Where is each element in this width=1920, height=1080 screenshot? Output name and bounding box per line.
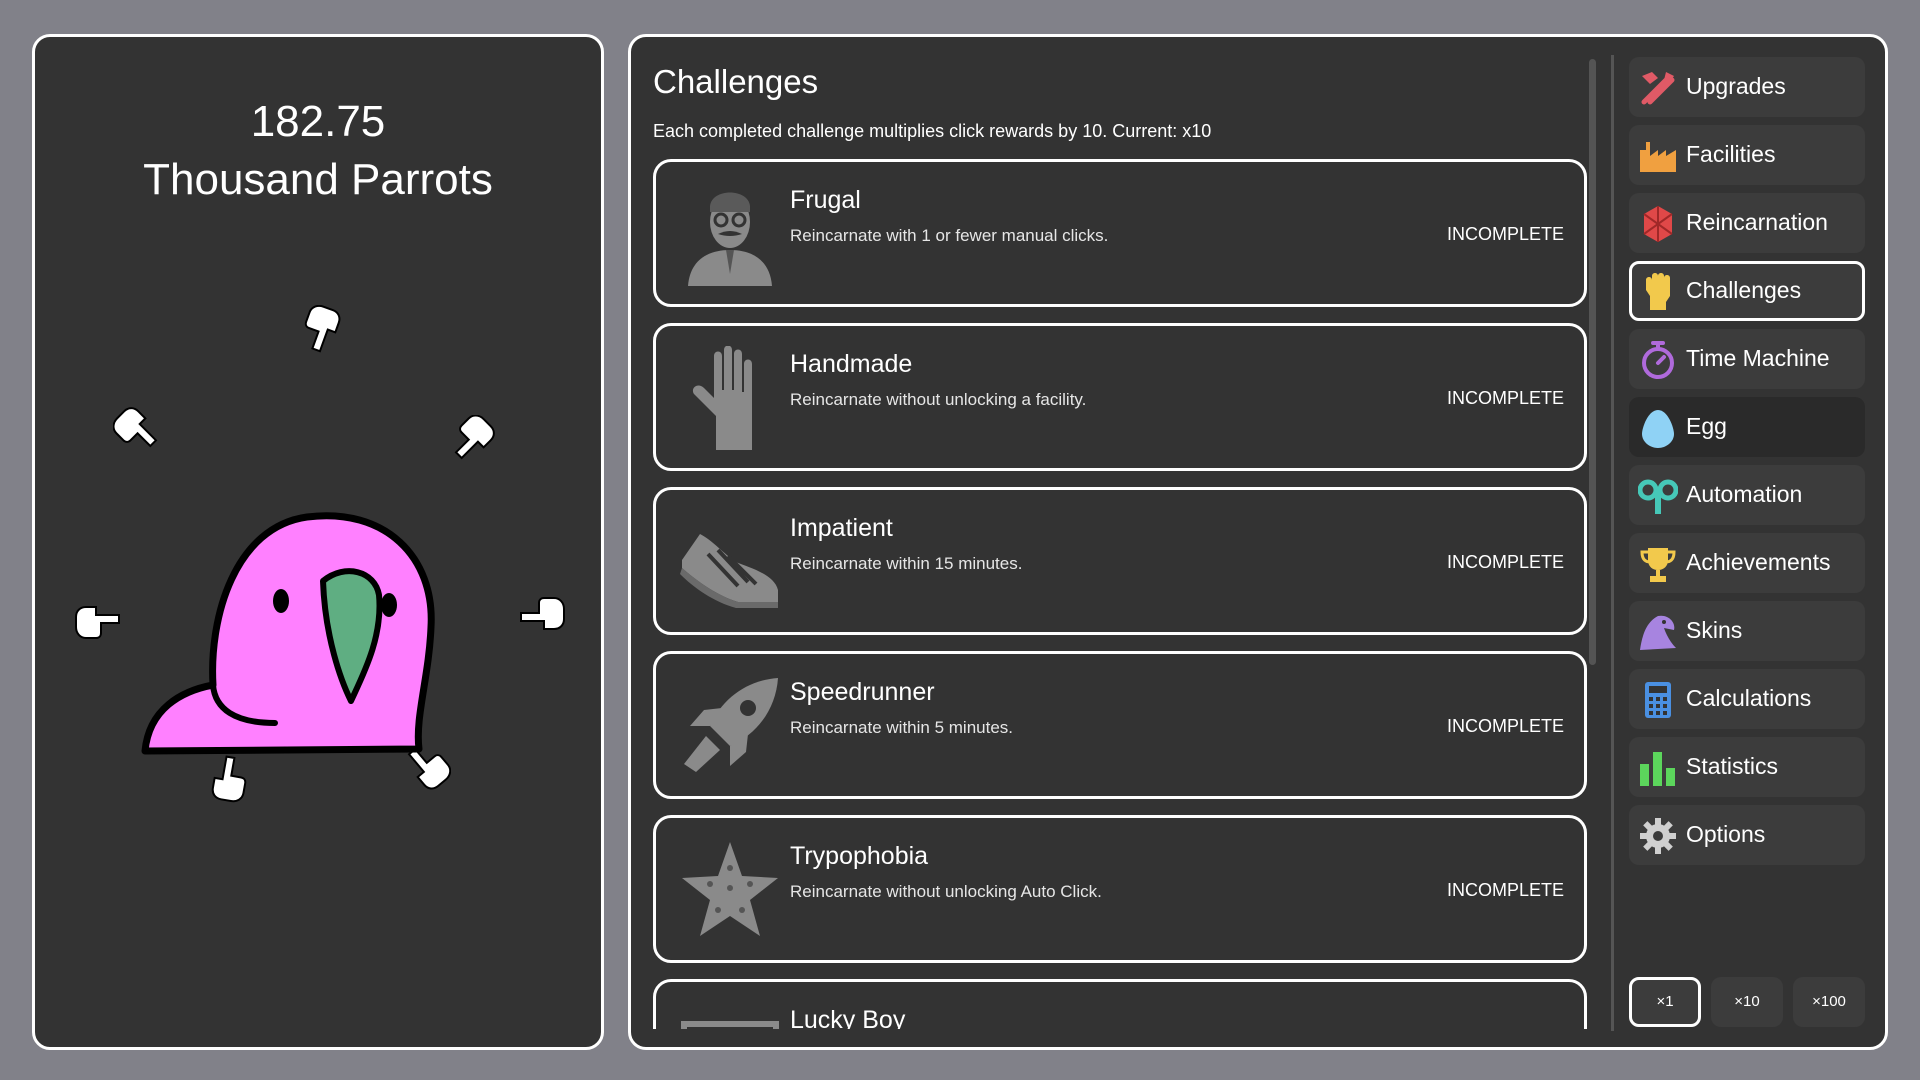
menu-item-label: Skins xyxy=(1686,617,1743,643)
menu-item-label: Egg xyxy=(1686,413,1727,439)
challenge-status: INCOMPLETE xyxy=(1446,552,1564,572)
menu-item-label: Automation xyxy=(1686,481,1803,507)
menu-item-upgrades[interactable]: Upgrades xyxy=(1629,57,1865,117)
sneaker-icon xyxy=(680,534,778,608)
gem-icon xyxy=(1643,206,1673,242)
challenge-card[interactable]: Trypophobia Reincarnate without unlockin… xyxy=(653,815,1587,963)
windup-key-icon xyxy=(1638,479,1678,514)
challenge-name: Lucky Boy xyxy=(790,1006,906,1029)
challenges-list[interactable]: Frugal Reincarnate with 1 or fewer manua… xyxy=(653,159,1587,1029)
challenge-description: Reincarnate without unlocking a facility… xyxy=(790,390,1087,409)
pointing-hand-icon xyxy=(304,305,341,353)
challenge-name: Trypophobia xyxy=(790,842,929,870)
menu-item-achievements[interactable]: Achievements xyxy=(1629,533,1865,593)
menu-item-reincarnation[interactable]: Reincarnation xyxy=(1629,193,1865,253)
parrot-count: 182.75 xyxy=(250,97,386,146)
stopwatch-icon xyxy=(1642,341,1674,379)
menu-item-label: Calculations xyxy=(1686,685,1812,711)
pointing-hand-icon xyxy=(520,597,565,630)
pointing-hand-icon xyxy=(113,407,158,448)
challenge-description: Reincarnate with 1 or fewer manual click… xyxy=(790,226,1109,245)
challenge-description: Reincarnate within 15 minutes. xyxy=(790,554,1023,573)
menu-item-label: Facilities xyxy=(1686,141,1776,167)
menu-item-label: Time Machine xyxy=(1686,345,1830,371)
multiplier-x1-button[interactable]: ×1 xyxy=(1629,977,1701,1027)
multiplier-x10-button[interactable]: ×10 xyxy=(1711,977,1783,1027)
challenge-status: INCOMPLETE xyxy=(1446,224,1564,244)
calculator-icon xyxy=(1645,682,1671,718)
challenge-card[interactable]: Frugal Reincarnate with 1 or fewer manua… xyxy=(653,159,1587,307)
page-title: Challenges xyxy=(653,63,819,100)
challenge-card[interactable]: Impatient Reincarnate within 15 minutes.… xyxy=(653,487,1587,635)
menu-item-label: Challenges xyxy=(1686,277,1802,303)
challenges-description: Each completed challenge multiplies clic… xyxy=(653,121,1212,141)
challenge-name: Speedrunner xyxy=(790,678,935,706)
menu-item-label: Reincarnation xyxy=(1686,209,1828,235)
challenge-name: Frugal xyxy=(790,186,861,214)
divider xyxy=(1611,55,1614,1031)
bar-chart-icon xyxy=(1640,752,1675,786)
parrot-clicker[interactable] xyxy=(135,477,495,777)
menu-item-calculations[interactable]: Calculations xyxy=(1629,669,1865,729)
challenge-card[interactable]: Speedrunner Reincarnate within 5 minutes… xyxy=(653,651,1587,799)
menu-item-automation[interactable]: Automation xyxy=(1629,465,1865,525)
menu-item-label: Options xyxy=(1686,821,1766,847)
bird-head-icon xyxy=(1640,615,1676,650)
challenge-card[interactable]: Lucky Boy xyxy=(653,979,1587,1029)
parrot-count-unit: Thousand Parrots xyxy=(143,155,493,204)
challenge-status: INCOMPLETE xyxy=(1446,716,1564,736)
man-with-glasses-icon xyxy=(688,192,772,286)
challenge-card[interactable]: Handmade Reincarnate without unlocking a… xyxy=(653,323,1587,471)
egg-icon xyxy=(1642,410,1674,448)
hand-icon xyxy=(693,346,752,450)
menu-item-facilities[interactable]: Facilities xyxy=(1629,125,1865,185)
menu-item-challenges[interactable]: Challenges xyxy=(1629,261,1865,321)
scrollbar[interactable] xyxy=(1589,59,1596,665)
fist-icon xyxy=(1646,273,1670,310)
pointing-hand-icon xyxy=(454,415,495,460)
challenge-status: INCOMPLETE xyxy=(1446,880,1564,900)
rocket-icon xyxy=(684,678,778,772)
menu-item-skins[interactable]: Skins xyxy=(1629,601,1865,661)
challenge-description: Reincarnate without unlocking Auto Click… xyxy=(790,882,1102,901)
parrot-panel: 182.75 Thousand Parrots xyxy=(32,34,604,1050)
menu-item-label: Statistics xyxy=(1686,753,1779,779)
multiplier-x100-button[interactable]: ×100 xyxy=(1793,977,1865,1027)
menu-item-time-machine[interactable]: Time Machine xyxy=(1629,329,1865,389)
menu-item-label: Achievements xyxy=(1686,549,1831,575)
banknote-icon xyxy=(681,1021,779,1029)
challenge-status: INCOMPLETE xyxy=(1446,388,1564,408)
challenge-name: Impatient xyxy=(790,514,893,542)
challenge-name: Handmade xyxy=(790,350,913,378)
gear-icon xyxy=(1640,818,1676,854)
menu-item-label: Upgrades xyxy=(1686,73,1786,99)
challenge-description: Reincarnate within 5 minutes. xyxy=(790,718,1014,737)
menu-item-statistics[interactable]: Statistics xyxy=(1629,737,1865,797)
starfish-icon xyxy=(682,842,778,936)
hammer-wrench-icon xyxy=(1641,72,1675,105)
main-panel: Challenges Each completed challenge mult… xyxy=(628,34,1888,1050)
menu-item-egg[interactable]: Egg xyxy=(1629,397,1865,457)
pointing-hand-icon xyxy=(75,606,120,639)
factory-icon xyxy=(1640,142,1676,172)
trophy-icon xyxy=(1640,548,1676,582)
menu-item-options[interactable]: Options xyxy=(1629,805,1865,865)
